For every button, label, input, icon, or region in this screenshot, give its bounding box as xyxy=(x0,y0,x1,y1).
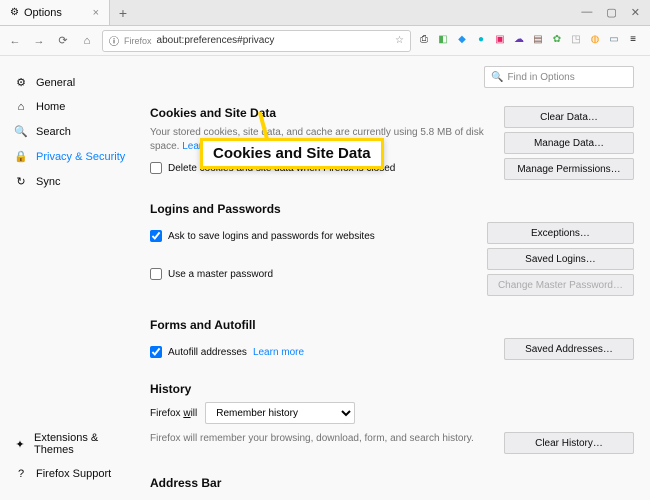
checkbox-label: Autofill addresses xyxy=(168,347,247,358)
search-icon: 🔍 xyxy=(491,72,503,83)
content: ⚙ General ⌂ Home 🔍 Search 🔒 Privacy & Se… xyxy=(0,56,650,500)
checkbox-label: Ask to save logins and passwords for web… xyxy=(168,231,375,242)
home-icon[interactable]: ⌂ xyxy=(78,35,96,47)
ext-icon[interactable]: ☁ xyxy=(512,34,526,48)
ext-icon[interactable]: ◆ xyxy=(455,34,469,48)
section-heading: History xyxy=(150,382,634,396)
sidebar-item-label: General xyxy=(36,77,75,89)
titlebar: ⚙ Options × + — ▢ ✕ xyxy=(0,0,650,26)
identity-icon: ⓘ xyxy=(109,33,119,48)
minimize-icon[interactable]: — xyxy=(581,6,592,19)
sidebar-item-label: Privacy & Security xyxy=(36,151,125,163)
close-tab-icon[interactable]: × xyxy=(93,7,99,19)
menu-icon[interactable]: ≡ xyxy=(626,34,640,48)
reload-icon[interactable]: ⟳ xyxy=(54,34,72,47)
close-icon[interactable]: ✕ xyxy=(631,6,640,19)
annotation-callout: Cookies and Site Data xyxy=(200,138,384,169)
find-placeholder: Find in Options xyxy=(507,72,574,83)
browser-tab-options[interactable]: ⚙ Options × xyxy=(0,0,110,25)
ext-icon[interactable]: ● xyxy=(474,34,488,48)
sidebar-item-privacy[interactable]: 🔒 Privacy & Security xyxy=(0,144,140,169)
main-panel: 🔍 Find in Options Cookies and Site Data … xyxy=(140,56,650,500)
section-forms: Forms and Autofill Autofill addresses Le… xyxy=(150,318,634,360)
history-mode-select[interactable]: Remember history xyxy=(205,402,355,424)
sidebar-item-label: Sync xyxy=(36,176,60,188)
search-icon: 🔍 xyxy=(14,125,28,138)
master-password-checkbox[interactable]: Use a master password xyxy=(150,268,477,280)
section-heading: Forms and Autofill xyxy=(150,318,634,332)
sync-icon: ↻ xyxy=(14,175,28,188)
forward-icon[interactable]: → xyxy=(30,35,48,47)
saved-addresses-button[interactable]: Saved Addresses… xyxy=(504,338,634,360)
back-icon[interactable]: ← xyxy=(6,35,24,47)
section-history: History Firefox will Remember history Fi… xyxy=(150,382,634,454)
bookmark-star-icon[interactable]: ☆ xyxy=(395,35,404,46)
url-prefix: Firefox xyxy=(124,36,152,46)
toolbar-extensions: ⎙ ◧ ◆ ● ▣ ☁ ▤ ✿ ◳ ◍ ▭ ≡ xyxy=(417,34,644,48)
history-desc: Firefox will remember your browsing, dow… xyxy=(150,432,494,446)
checkbox-input[interactable] xyxy=(150,230,162,242)
gear-icon: ⚙ xyxy=(14,76,28,89)
checkbox-input[interactable] xyxy=(150,162,162,174)
clear-history-button[interactable]: Clear History… xyxy=(504,432,634,454)
tab-title: Options xyxy=(24,7,62,19)
ext-icon[interactable]: ▤ xyxy=(531,34,545,48)
find-in-options[interactable]: 🔍 Find in Options xyxy=(484,66,634,88)
puzzle-icon: ✦ xyxy=(14,438,26,451)
sidebar-item-sync[interactable]: ↻ Sync xyxy=(0,169,140,194)
checkbox-label: Use a master password xyxy=(168,269,273,280)
manage-data-button[interactable]: Manage Data… xyxy=(504,132,634,154)
library-icon[interactable]: ⎙ xyxy=(417,34,431,48)
maximize-icon[interactable]: ▢ xyxy=(606,6,616,19)
lock-icon: 🔒 xyxy=(14,150,28,163)
checkbox-input[interactable] xyxy=(150,268,162,280)
ext-icon[interactable]: ◍ xyxy=(588,34,602,48)
sidebar-item-support[interactable]: ? Firefox Support xyxy=(0,462,140,486)
manage-permissions-button[interactable]: Manage Permissions… xyxy=(504,158,634,180)
learn-more-link[interactable]: Learn more xyxy=(253,347,304,358)
sidebar: ⚙ General ⌂ Home 🔍 Search 🔒 Privacy & Se… xyxy=(0,56,140,500)
sidebar-item-home[interactable]: ⌂ Home xyxy=(0,95,140,119)
section-address-bar: Address Bar xyxy=(150,476,634,490)
section-heading: Address Bar xyxy=(150,476,634,490)
window-controls: — ▢ ✕ xyxy=(581,6,650,19)
url-bar[interactable]: ⓘ Firefox about:preferences#privacy ☆ xyxy=(102,30,411,52)
help-icon: ? xyxy=(14,468,28,480)
sidebar-item-label: Firefox Support xyxy=(36,468,111,480)
section-logins: Logins and Passwords Ask to save logins … xyxy=(150,202,634,296)
autofill-addresses-checkbox[interactable]: Autofill addresses Learn more xyxy=(150,346,494,358)
section-heading: Logins and Passwords xyxy=(150,202,634,216)
home-icon: ⌂ xyxy=(14,101,28,113)
sidebar-item-extensions[interactable]: ✦ Extensions & Themes xyxy=(0,426,140,462)
exceptions-button[interactable]: Exceptions… xyxy=(487,222,634,244)
ext-icon[interactable]: ◧ xyxy=(436,34,450,48)
gear-icon: ⚙ xyxy=(10,7,19,18)
url-text: about:preferences#privacy xyxy=(157,35,391,46)
ext-icon[interactable]: ◳ xyxy=(569,34,583,48)
saved-logins-button[interactable]: Saved Logins… xyxy=(487,248,634,270)
sidebar-item-search[interactable]: 🔍 Search xyxy=(0,119,140,144)
checkbox-input[interactable] xyxy=(150,346,162,358)
change-master-password-button: Change Master Password… xyxy=(487,274,634,296)
ext-icon[interactable]: ✿ xyxy=(550,34,564,48)
sidebar-item-label: Home xyxy=(36,101,65,113)
new-tab-button[interactable]: + xyxy=(110,5,136,21)
history-will-label: Firefox will xyxy=(150,408,197,419)
ext-icon[interactable]: ▭ xyxy=(607,34,621,48)
ext-icon[interactable]: ▣ xyxy=(493,34,507,48)
sidebar-item-label: Extensions & Themes xyxy=(34,432,126,456)
ask-save-logins-checkbox[interactable]: Ask to save logins and passwords for web… xyxy=(150,230,477,242)
sidebar-item-label: Search xyxy=(36,126,71,138)
sidebar-item-general[interactable]: ⚙ General xyxy=(0,70,140,95)
clear-data-button[interactable]: Clear Data… xyxy=(504,106,634,128)
section-heading: Cookies and Site Data xyxy=(150,106,494,120)
toolbar: ← → ⟳ ⌂ ⓘ Firefox about:preferences#priv… xyxy=(0,26,650,56)
